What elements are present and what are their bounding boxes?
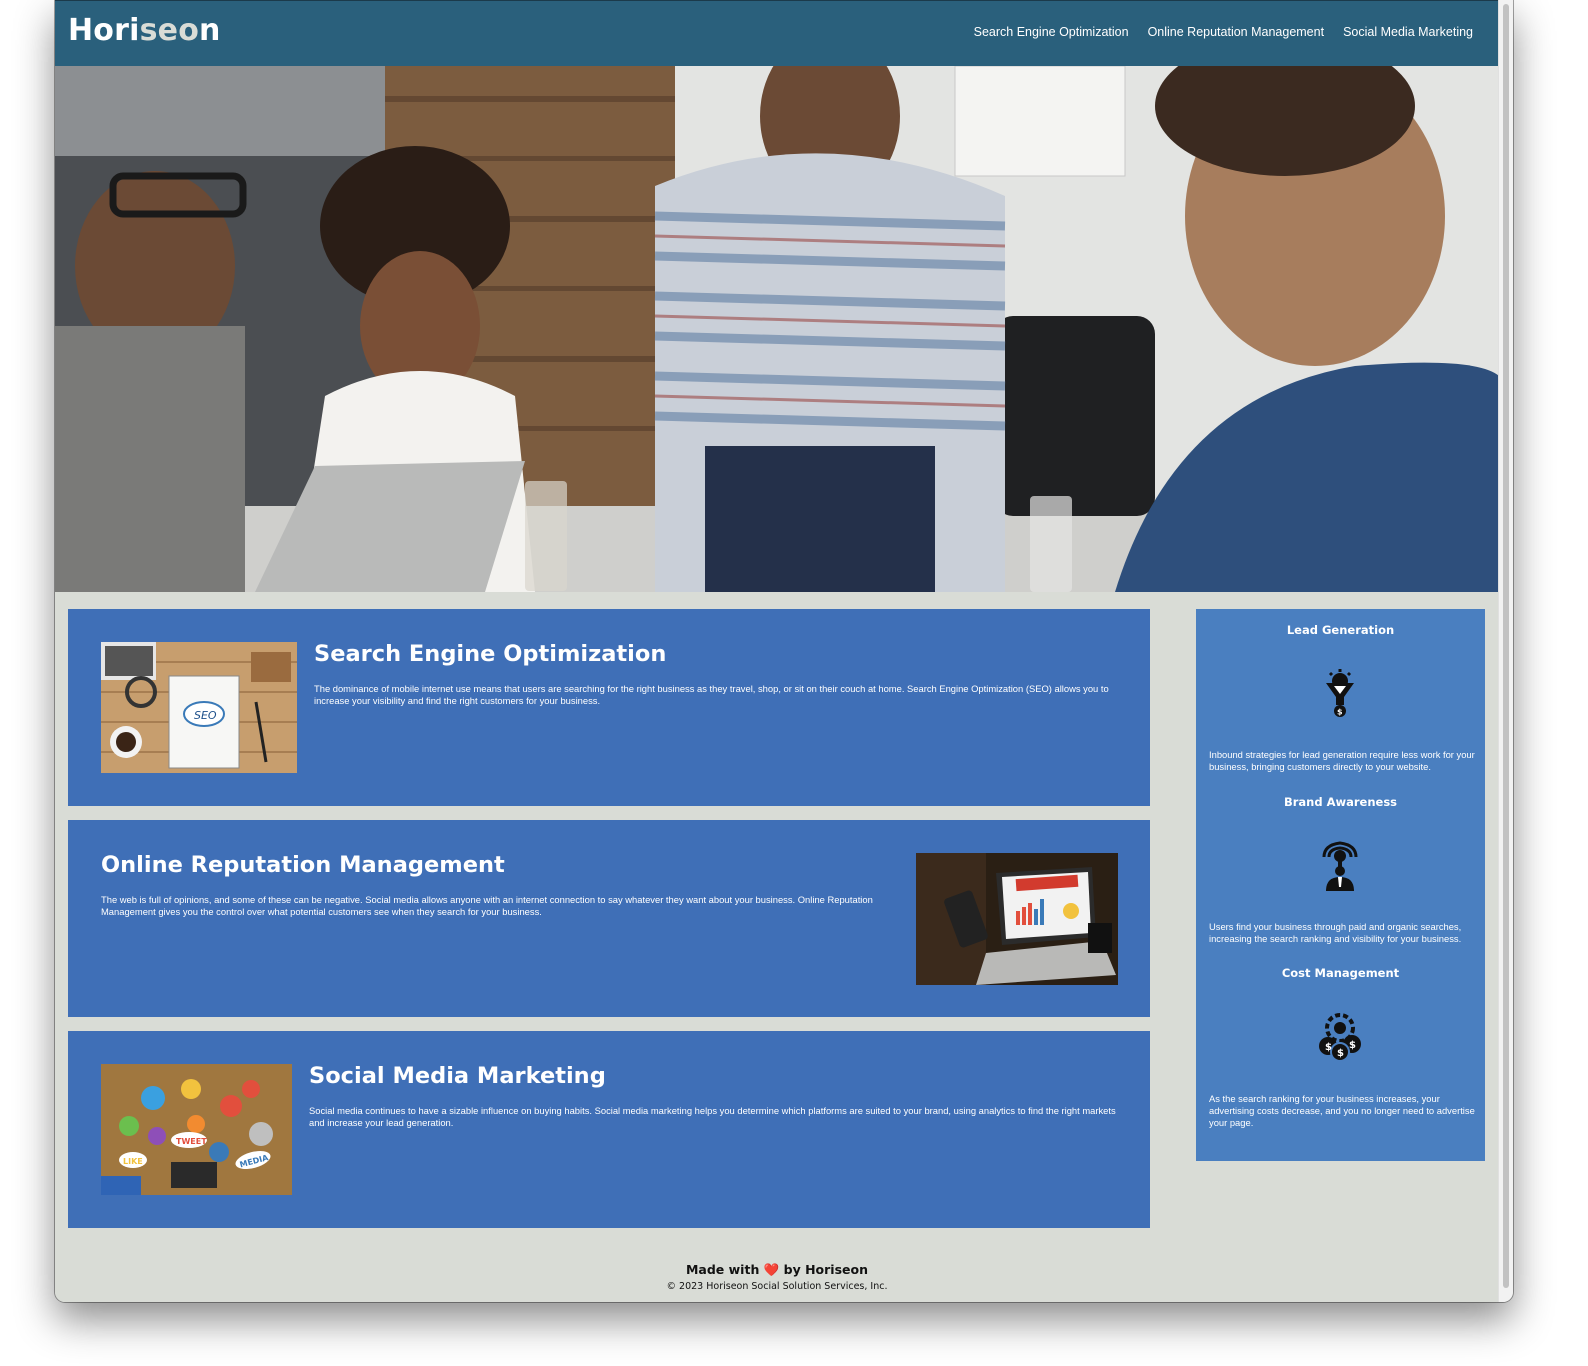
brand-awareness-icon — [1314, 839, 1366, 891]
reputation-laptop-illustration — [916, 853, 1118, 985]
heart-icon: ❤️ — [763, 1262, 780, 1277]
nav-link-seo[interactable]: Search Engine Optimization — [974, 25, 1129, 39]
benefit-text: Users find your business through paid an… — [1209, 921, 1462, 944]
scrollbar-thumb[interactable] — [1503, 4, 1509, 1288]
svg-text:SEO: SEO — [194, 709, 217, 722]
vertical-scrollbar[interactable] — [1498, 0, 1513, 1302]
social-media-text: Social media continues to have a sizable… — [309, 1105, 1116, 1128]
svg-text:$: $ — [1349, 1040, 1356, 1051]
svg-text:TWEET: TWEET — [176, 1137, 207, 1146]
seo-image: SEO — [101, 642, 297, 773]
seo-text: The dominance of mobile internet use mea… — [314, 683, 1109, 706]
benefit-title: Lead Generation — [1286, 623, 1395, 637]
svg-text:$: $ — [1325, 1042, 1332, 1053]
seo-desk-illustration: SEO — [101, 642, 297, 773]
cost-management-icon: $ $ $ — [1314, 1010, 1366, 1062]
main-nav: Search Engine Optimization Online Reputa… — [974, 25, 1473, 39]
logo-prefix: Hori — [68, 13, 140, 48]
benefit-text: Inbound strategies for lead generation r… — [1209, 749, 1475, 772]
logo[interactable]: Horiseon — [68, 13, 221, 48]
service-card-social-media: TWEET LIKE MEDIA Social Media Marketing … — [68, 1031, 1150, 1228]
footer-made-suffix: by Horiseon — [783, 1262, 868, 1277]
social-media-illustration: TWEET LIKE MEDIA — [101, 1064, 292, 1195]
page: Horiseon Search Engine Optimization Onli… — [55, 0, 1499, 1302]
service-card-reputation: Online Reputation Management The web is … — [68, 820, 1150, 1017]
nav-link-reputation[interactable]: Online Reputation Management — [1148, 25, 1325, 39]
hero-image — [55, 66, 1499, 592]
site-header: Horiseon Search Engine Optimization Onli… — [55, 0, 1499, 66]
hero-photo-illustration — [55, 66, 1499, 592]
main-content: SEO Search Engine Optimization The domin… — [68, 609, 1150, 1242]
social-media-image: TWEET LIKE MEDIA — [101, 1064, 292, 1195]
reputation-title: Online Reputation Management — [101, 852, 505, 878]
lead-generation-icon: $ — [1314, 667, 1366, 719]
benefits-sidebar: Lead Generation $ Inbound strategies for… — [1196, 609, 1485, 1161]
seo-title: Search Engine Optimization — [314, 641, 667, 667]
footer-made-prefix: Made with — [685, 1262, 760, 1277]
logo-suffix: n — [199, 13, 221, 48]
benefit-text: As the search ranking for your business … — [1209, 1093, 1475, 1128]
svg-text:$: $ — [1337, 1048, 1344, 1059]
footer-copyright: © 2023 Horiseon Social Solution Services… — [666, 1281, 888, 1292]
footer-made-with: Made with ❤️ by Horiseon — [55, 1262, 1499, 1278]
site-footer: Made with ❤️ by Horiseon © 2023 Horiseon… — [55, 1262, 1499, 1292]
social-media-title: Social Media Marketing — [309, 1063, 606, 1089]
svg-text:$: $ — [1337, 708, 1343, 717]
service-card-seo: SEO Search Engine Optimization The domin… — [68, 609, 1150, 806]
benefit-title: Brand Awareness — [1283, 795, 1398, 809]
benefit-title: Cost Management — [1281, 966, 1400, 980]
svg-text:LIKE: LIKE — [123, 1157, 143, 1166]
browser-window: Horiseon Search Engine Optimization Onli… — [55, 0, 1513, 1302]
reputation-image — [916, 853, 1118, 985]
logo-seo: seo — [139, 13, 200, 48]
nav-link-social-media[interactable]: Social Media Marketing — [1343, 25, 1473, 39]
reputation-text: The web is full of opinions, and some of… — [101, 894, 873, 917]
